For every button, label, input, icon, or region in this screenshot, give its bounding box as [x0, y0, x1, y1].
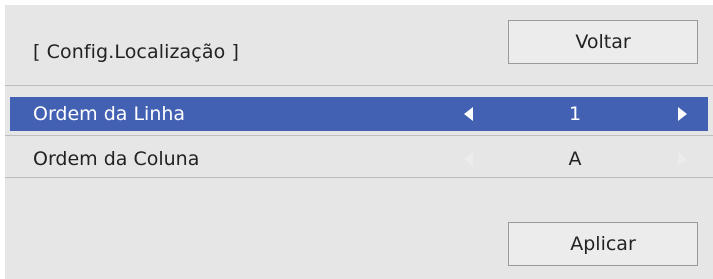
row-label-line-order: Ordem da Linha: [33, 103, 186, 125]
location-settings-panel: [ Config.Localização ] Voltar Ordem da L…: [5, 5, 713, 279]
divider: [5, 177, 713, 178]
row-value-column-order: A: [568, 148, 582, 170]
row-order-line[interactable]: Ordem da Linha 1: [10, 97, 708, 131]
row-value-line-order: 1: [568, 103, 582, 125]
arrow-right-icon[interactable]: [672, 142, 692, 176]
apply-button[interactable]: Aplicar: [508, 222, 698, 266]
page-title: [ Config.Localização ]: [33, 41, 239, 63]
row-label-column-order: Ordem da Coluna: [33, 148, 200, 170]
back-button[interactable]: Voltar: [508, 20, 698, 64]
divider: [5, 135, 713, 136]
arrow-left-icon[interactable]: [458, 97, 478, 131]
arrow-left-icon[interactable]: [458, 142, 478, 176]
arrow-right-icon[interactable]: [672, 97, 692, 131]
divider: [5, 85, 713, 86]
row-order-column[interactable]: Ordem da Coluna A: [10, 142, 708, 176]
